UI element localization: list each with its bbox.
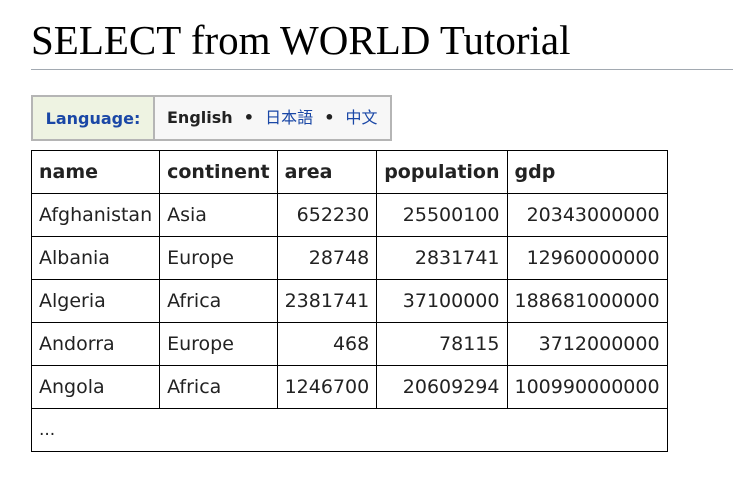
column-header-population: population [376,150,508,194]
language-switcher: Language: English • 日本語 • 中文 [31,95,392,141]
cell-continent: Africa [159,279,278,323]
cell-area: 2381741 [276,279,378,323]
cell-gdp: 100990000000 [506,365,668,409]
table-row: Angola Africa 1246700 20609294 100990000… [30,365,668,409]
cell-continent: Europe [159,236,278,280]
column-header-area: area [276,150,378,194]
language-link-chinese[interactable]: 中文 [346,108,378,127]
table-row: Algeria Africa 2381741 37100000 18868100… [30,279,668,323]
cell-gdp: 20343000000 [506,193,668,237]
language-label: Language: [31,95,155,141]
more-rows-indicator: ... [31,408,668,452]
column-header-name: name [30,150,161,194]
cell-gdp: 12960000000 [506,236,668,280]
cell-name: Angola [30,365,161,409]
cell-population: 2831741 [376,236,508,280]
cell-continent: Europe [159,322,278,366]
cell-population: 37100000 [376,279,508,323]
language-separator: • [324,108,335,127]
cell-area: 468 [276,322,378,366]
language-link-japanese[interactable]: 日本語 [265,108,313,127]
cell-gdp: 3712000000 [506,322,668,366]
cell-continent: Africa [159,365,278,409]
cell-name: Afghanistan [30,193,161,237]
cell-name: Andorra [30,322,161,366]
cell-population: 20609294 [376,365,508,409]
cell-population: 25500100 [376,193,508,237]
title-divider [31,69,733,70]
page: SELECT from WORLD Tutorial Language: Eng… [30,0,733,452]
column-header-continent: continent [159,150,278,194]
language-current-english: English [167,108,233,127]
cell-name: Algeria [30,279,161,323]
world-table: name continent area population gdp Afgha… [30,150,668,452]
cell-area: 652230 [276,193,378,237]
cell-name: Albania [30,236,161,280]
page-title: SELECT from WORLD Tutorial [31,17,571,63]
table-row-more: ... [31,408,668,452]
cell-gdp: 188681000000 [506,279,668,323]
cell-area: 28748 [276,236,378,280]
table-row: Albania Europe 28748 2831741 12960000000 [30,236,668,280]
language-separator: • [243,108,254,127]
column-header-gdp: gdp [506,150,668,194]
table-row: Andorra Europe 468 78115 3712000000 [30,322,668,366]
cell-population: 78115 [376,322,508,366]
language-links: English • 日本語 • 中文 [153,95,392,141]
table-header-row: name continent area population gdp [30,150,668,194]
cell-continent: Asia [159,193,278,237]
cell-area: 1246700 [276,365,378,409]
table-row: Afghanistan Asia 652230 25500100 2034300… [30,193,668,237]
